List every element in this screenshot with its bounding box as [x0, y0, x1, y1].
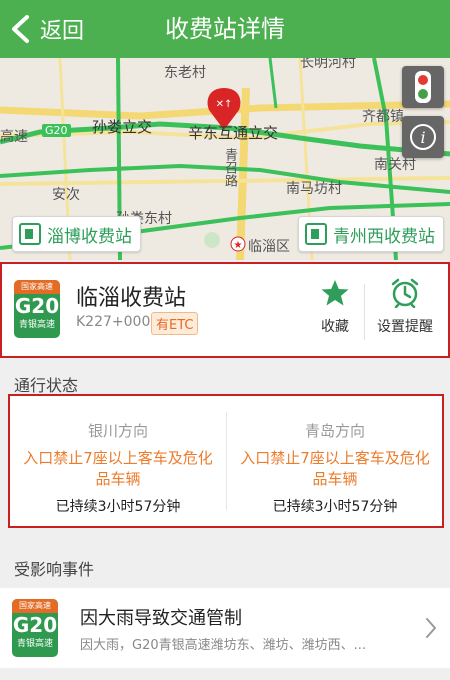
- direction-name: 银川方向: [87, 422, 148, 440]
- map-label: 齐都镇: [362, 109, 404, 125]
- prev-station-button[interactable]: 淄博收费站: [12, 216, 141, 252]
- badge-code: G20: [14, 294, 60, 318]
- info-button[interactable]: i: [402, 116, 444, 158]
- favorite-button[interactable]: 收藏: [298, 278, 372, 336]
- event-list-item[interactable]: 国家高速 G20 青银高速 因大雨导致交通管制 因大雨，G20青银高速潍坊东、潍…: [0, 588, 450, 668]
- event-description: 因大雨，G20青银高速潍坊东、潍坊、潍坊西、...: [80, 638, 367, 653]
- badge-name: 青银高速: [18, 320, 55, 330]
- event-title: 因大雨导致交通管制: [80, 608, 242, 629]
- direction-duration: 已持续3小时57分钟: [272, 499, 398, 515]
- highway-shield: G20: [42, 124, 71, 137]
- next-station-label: 青州西收费站: [333, 226, 435, 247]
- svg-text:i: i: [420, 128, 425, 147]
- map-label: 长明河村: [300, 58, 356, 71]
- svg-text:★: ★: [234, 240, 243, 251]
- top-bar: 返回 收费站详情: [0, 0, 450, 58]
- map-label: 南马坊村: [286, 181, 342, 197]
- etc-badge: 有ETC: [151, 312, 199, 335]
- map-label: 安次: [52, 187, 80, 203]
- station-km: K227+000: [76, 314, 151, 330]
- set-reminder-button[interactable]: 设置提醒: [368, 278, 442, 336]
- direction-status: 入口禁止7座以上客车及危化品车辆: [23, 449, 213, 488]
- info-icon: i: [410, 124, 436, 150]
- traffic-section-title: 通行状态: [14, 376, 79, 395]
- map-label: 临淄区: [248, 239, 290, 255]
- toll-station-icon: [305, 223, 327, 245]
- toll-station-icon: [19, 223, 41, 245]
- direction-block: 银川方向 入口禁止7座以上客车及危化品车辆 已持续3小时57分钟: [10, 396, 226, 526]
- highway-badge: 国家高速 G20 青银高速: [14, 280, 60, 338]
- map-label: 孙娄立交: [92, 118, 153, 136]
- prev-station-label: 淄博收费站: [47, 226, 132, 247]
- traffic-light-button[interactable]: [402, 66, 444, 108]
- badge-code: G20: [12, 613, 58, 637]
- highway-badge: 国家高速 G20 青银高速: [12, 599, 58, 657]
- traffic-light-icon: [415, 71, 431, 103]
- direction-status: 入口禁止7座以上客车及危化品车辆: [240, 449, 430, 488]
- direction-name: 青岛方向: [304, 422, 365, 440]
- direction-block: 青岛方向 入口禁止7座以上客车及危化品车辆 已持续3小时57分钟: [227, 396, 443, 526]
- station-name: 临淄收费站: [76, 286, 187, 311]
- page-title: 收费站详情: [165, 15, 285, 43]
- events-section-title: 受影响事件: [14, 560, 95, 579]
- badge-type: 国家高速: [14, 280, 60, 294]
- reminder-label: 设置提醒: [377, 319, 433, 335]
- direction-duration: 已持续3小时57分钟: [55, 499, 181, 515]
- svg-text:✕↑: ✕↑: [216, 99, 233, 110]
- action-divider: [364, 284, 365, 340]
- map-view[interactable]: ✕↑ ★ 东老村 长明河村 孙娄立交 辛东互通立交 齐都镇 高速 G20 安次 …: [0, 58, 450, 260]
- favorite-label: 收藏: [321, 319, 349, 335]
- alarm-clock-icon: [391, 278, 419, 309]
- map-label: 高速: [0, 129, 28, 145]
- next-station-button[interactable]: 青州西收费站: [298, 216, 444, 252]
- map-label: 青召路: [222, 148, 237, 187]
- badge-name: 青银高速: [16, 639, 53, 649]
- map-label: 东老村: [164, 65, 206, 81]
- map-label: 辛东互通立交: [188, 124, 279, 142]
- star-icon: [321, 280, 349, 306]
- station-info-card: 国家高速 G20 青银高速 临淄收费站 K227+000 有ETC 收藏 设置提…: [0, 262, 450, 358]
- traffic-status-panel: 银川方向 入口禁止7座以上客车及危化品车辆 已持续3小时57分钟 青岛方向 入口…: [8, 394, 444, 528]
- chevron-right-icon: [426, 618, 436, 638]
- badge-type: 国家高速: [12, 599, 58, 613]
